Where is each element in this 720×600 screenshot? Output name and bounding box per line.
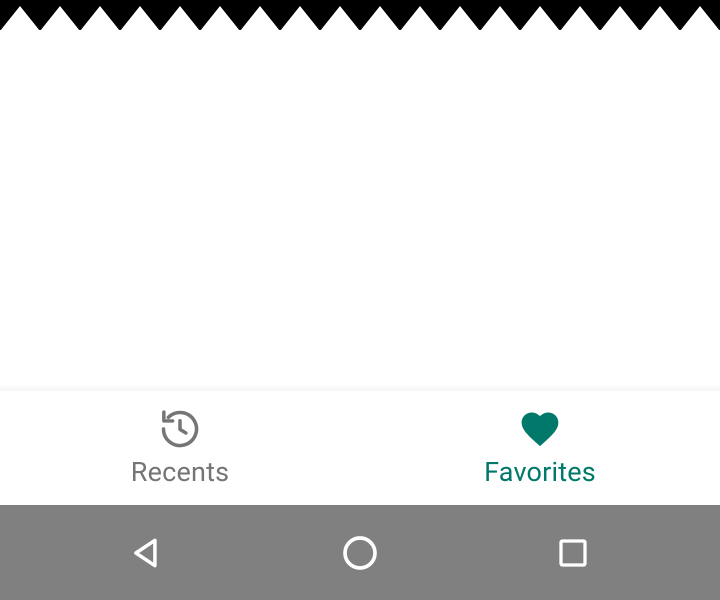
zigzag-icon [0,1,720,30]
bottom-tabs: Recents Favorites [0,390,720,505]
nav-back-button[interactable] [87,523,207,583]
nav-recent-apps-button[interactable] [513,523,633,583]
home-circle-icon [340,533,380,573]
cropped-top-edge [0,0,720,30]
tab-favorites-label: Favorites [484,456,596,488]
tab-favorites[interactable]: Favorites [360,391,720,505]
content-area [0,30,720,385]
back-triangle-icon [128,534,166,572]
nav-home-button[interactable] [300,523,420,583]
tab-recents-label: Recents [131,456,229,488]
recent-square-icon [555,535,591,571]
android-nav-bar [0,505,720,600]
history-icon [158,408,202,450]
tab-recents[interactable]: Recents [0,391,360,505]
heart-icon [518,408,562,450]
